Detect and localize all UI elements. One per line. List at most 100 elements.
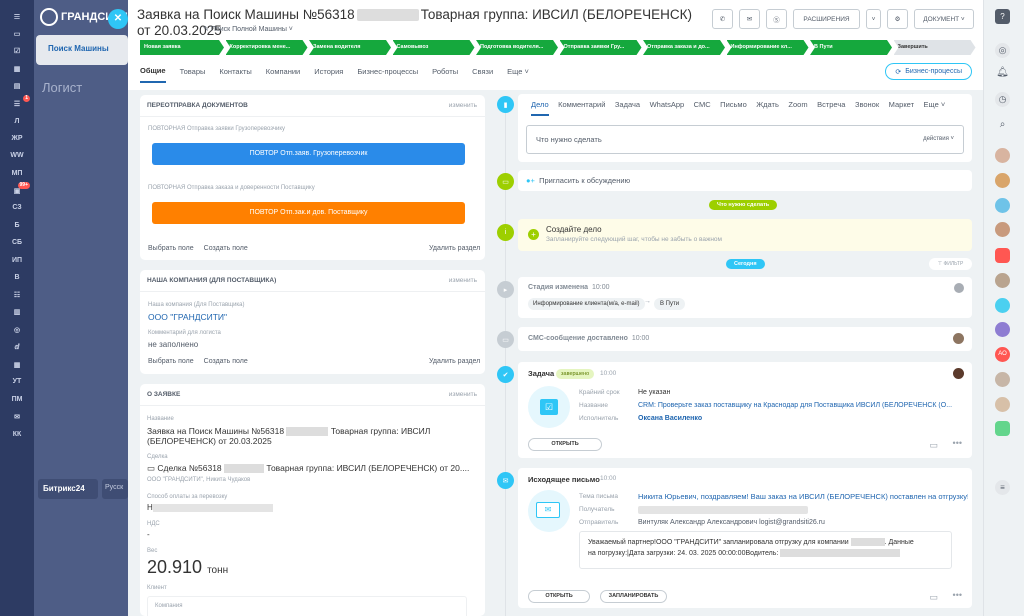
- crm-icon[interactable]: ▣ 99+: [4, 181, 30, 199]
- plan-button[interactable]: ЗАПЛАНИРОВАТЬ: [600, 590, 667, 603]
- edit-link[interactable]: изменить: [449, 391, 477, 398]
- stage-finish[interactable]: Завершить: [894, 40, 976, 55]
- stage-item[interactable]: Информирование кл...: [727, 40, 809, 55]
- note-icon[interactable]: ▭: [929, 440, 938, 451]
- task-link[interactable]: CRM: Проверьте заказ поставщику на Красн…: [638, 402, 968, 409]
- rail-item-kk[interactable]: КК: [4, 425, 30, 442]
- tasks-icon[interactable]: ☑: [4, 43, 30, 60]
- tab-companies[interactable]: Компании: [266, 67, 300, 82]
- notifications-icon[interactable]: 🔔︎: [995, 67, 1010, 82]
- open-mail-button[interactable]: ОТКРЫТЬ: [528, 590, 590, 603]
- tab-general[interactable]: Общие: [140, 66, 166, 83]
- rail-item-ip[interactable]: ИП: [4, 251, 30, 268]
- delete-section-link[interactable]: Удалить раздел: [429, 358, 480, 365]
- subject-link[interactable]: Никита Юрьевич, поздравляем! Ваш заказ н…: [638, 492, 968, 501]
- more-icon[interactable]: •••: [953, 438, 962, 448]
- rail-item-mp[interactable]: МП: [4, 165, 30, 182]
- contact-avatar[interactable]: [995, 298, 1010, 313]
- rail-item-sb[interactable]: СБ: [4, 234, 30, 251]
- rail-item-ut[interactable]: УТ: [4, 373, 30, 390]
- select-field-link[interactable]: Выбрать поле: [148, 358, 194, 365]
- skype-button[interactable]: Ⓢ: [766, 9, 787, 29]
- help-icon[interactable]: ?: [995, 9, 1010, 24]
- deal-category[interactable]: ✎ Поиск Полной Машины ˅: [203, 25, 293, 33]
- rail-item-pm[interactable]: ПМ: [4, 391, 30, 408]
- contact-avatar[interactable]: [995, 372, 1010, 387]
- tab-contacts[interactable]: Контакты: [219, 67, 251, 82]
- rail-item-sz[interactable]: СЗ: [4, 199, 30, 216]
- actions-dropdown[interactable]: действия ˅: [923, 136, 954, 142]
- email-button[interactable]: ✉: [739, 9, 760, 29]
- create-field-link[interactable]: Создать поле: [204, 358, 248, 365]
- resend-supplier-button[interactable]: ПОВТОР Отп.зак.и дов. Поставщику: [152, 202, 465, 224]
- more-icon[interactable]: •••: [953, 590, 962, 600]
- tab-whatsapp[interactable]: WhatsApp: [650, 100, 685, 116]
- tab-comment[interactable]: Комментарий: [558, 100, 605, 116]
- contact-avatar[interactable]: [995, 322, 1010, 337]
- stage-item[interactable]: Отправка заявки Гру...: [560, 40, 642, 55]
- extensions-button[interactable]: РАСШИРЕНИЯ: [793, 9, 860, 29]
- chat-group-icon[interactable]: [995, 421, 1010, 436]
- rail-item-ww[interactable]: WW: [4, 147, 30, 164]
- stage-item[interactable]: Замена водителя: [309, 40, 391, 55]
- list-icon[interactable]: ☷: [4, 286, 30, 303]
- user-avatar[interactable]: [953, 333, 964, 344]
- tab-history[interactable]: История: [314, 67, 343, 82]
- contact-avatar[interactable]: [995, 148, 1010, 163]
- rail-item-zhr[interactable]: ЖР: [4, 130, 30, 147]
- company-link[interactable]: ООО "ГРАНДСИТИ": [148, 312, 227, 322]
- deal-link[interactable]: ▭ Сделка №56318 Товарная группа: ИВСИЛ (…: [147, 463, 469, 474]
- grid-icon[interactable]: ▦: [4, 356, 30, 373]
- tab-meeting[interactable]: Встреча: [817, 100, 845, 116]
- messages-icon[interactable]: ▭: [4, 25, 30, 42]
- filter-button[interactable]: ⊤ ФИЛЬТР: [929, 258, 972, 270]
- contact-avatar[interactable]: [995, 273, 1010, 288]
- tab-links[interactable]: Связи: [472, 67, 493, 82]
- create-task-row[interactable]: + Создайте дело Запланируйте следующий ш…: [518, 219, 972, 251]
- target-icon[interactable]: ◎: [4, 321, 30, 338]
- chart-icon[interactable]: ⅆ: [4, 338, 30, 355]
- rail-item-b[interactable]: Б: [4, 217, 30, 234]
- timer-icon[interactable]: ◷: [995, 92, 1010, 107]
- tab-more[interactable]: Еще ˅: [507, 67, 529, 82]
- filter-icon[interactable]: ☰ 1: [4, 94, 30, 112]
- contact-avatar[interactable]: АО: [995, 347, 1010, 362]
- rail-item-v[interactable]: В: [4, 269, 30, 286]
- settings-icon[interactable]: ⚙: [887, 9, 908, 29]
- business-process-button[interactable]: ⟳ Бизнес-процессы: [885, 63, 972, 80]
- tab-task[interactable]: Задача: [615, 100, 640, 116]
- tab-sms[interactable]: СМС: [694, 100, 711, 116]
- stage-item[interactable]: Подготовка водителя...: [476, 40, 558, 55]
- tab-letter[interactable]: Письмо: [720, 100, 747, 116]
- resend-carrier-button[interactable]: ПОВТОР Отп.заяв. Грузоперевозчик: [152, 143, 465, 165]
- doc-icon[interactable]: ▥: [4, 304, 30, 321]
- stage-item[interactable]: Отправка заказа и до...: [643, 40, 725, 55]
- tab-robots[interactable]: Роботы: [432, 67, 458, 82]
- tab-more[interactable]: Еще ˅: [924, 100, 946, 116]
- mail-icon[interactable]: ✉: [4, 408, 30, 425]
- search-icon[interactable]: ⌕: [995, 119, 1010, 134]
- document-button[interactable]: ДОКУМЕНТ ˅: [914, 9, 974, 29]
- note-icon[interactable]: ▭: [929, 592, 938, 603]
- open-task-button[interactable]: ОТКРЫТЬ: [528, 438, 602, 451]
- user-avatar[interactable]: [954, 283, 964, 293]
- stage-item[interactable]: В Пути: [810, 40, 892, 55]
- menu-icon[interactable]: ≡: [4, 8, 30, 25]
- select-field-link[interactable]: Выбрать поле: [148, 245, 194, 252]
- tab-products[interactable]: Товары: [180, 67, 206, 82]
- tab-deal[interactable]: Дело: [531, 100, 549, 116]
- video-call-icon[interactable]: [995, 248, 1010, 263]
- executor-link[interactable]: Оксана Василенко: [638, 415, 702, 422]
- create-field-link[interactable]: Создать поле: [204, 245, 248, 252]
- calendar-icon[interactable]: ▦: [4, 60, 30, 77]
- extensions-dropdown[interactable]: ˅: [866, 9, 881, 29]
- tab-zoom[interactable]: Zoom: [788, 100, 807, 116]
- edit-link[interactable]: изменить: [449, 102, 477, 109]
- feed-icon[interactable]: ▤: [4, 78, 30, 95]
- edit-link[interactable]: изменить: [449, 277, 477, 284]
- stage-item[interactable]: Корректировка мене...: [226, 40, 308, 55]
- copilot-icon[interactable]: ◎: [995, 43, 1010, 58]
- delete-section-link[interactable]: Удалить раздел: [429, 245, 480, 252]
- close-slider-icon[interactable]: ✕: [108, 9, 128, 29]
- contact-avatar[interactable]: [995, 222, 1010, 237]
